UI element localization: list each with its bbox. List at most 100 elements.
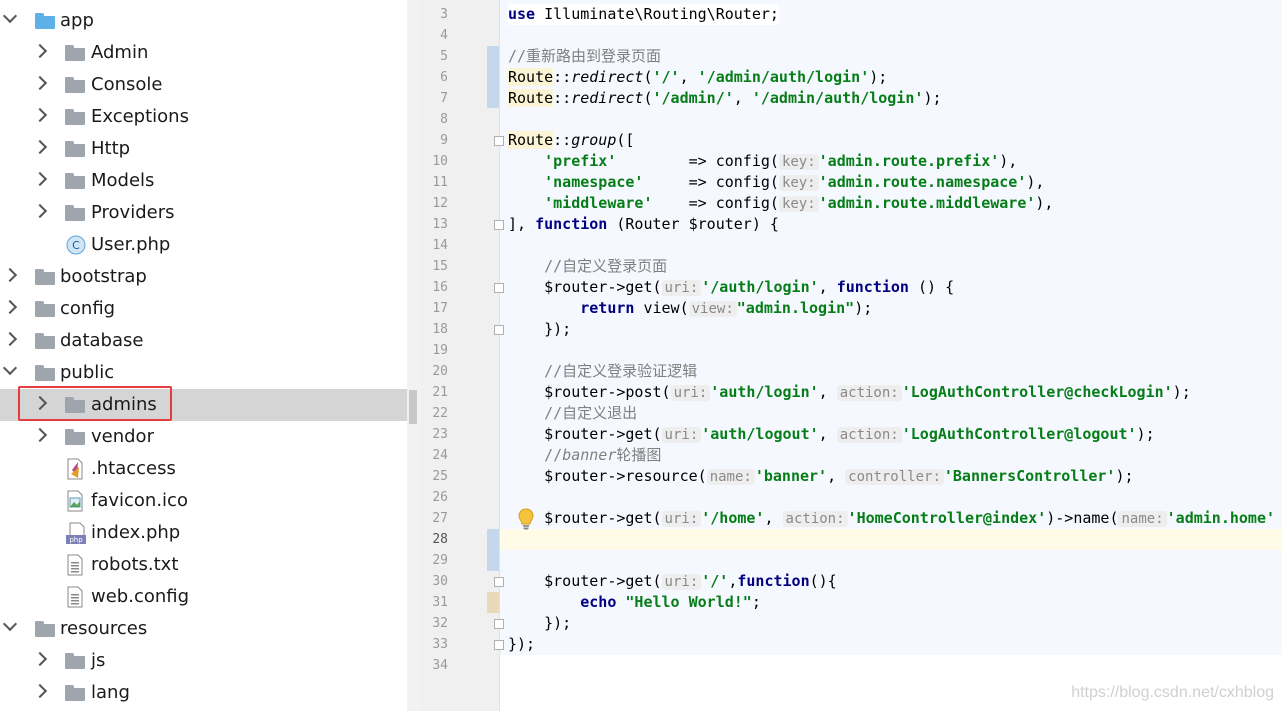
line-number: 3 xyxy=(440,7,448,22)
chevron-right-icon[interactable] xyxy=(32,427,48,443)
fold-marker-icon[interactable] xyxy=(494,283,504,293)
fold-marker-icon[interactable] xyxy=(494,577,504,587)
tree-item-lang[interactable]: lang xyxy=(0,677,407,709)
tree-item-bootstrap[interactable]: bootstrap xyxy=(0,261,407,293)
code-line[interactable]: $router->get(uri: '/home', action: 'HomeCo… xyxy=(508,508,1275,529)
fold-marker-icon[interactable] xyxy=(494,220,504,230)
tree-item-config[interactable]: config xyxy=(0,293,407,325)
tree-item-public[interactable]: public xyxy=(0,357,407,389)
tree-item-user-php[interactable]: C User.php xyxy=(0,229,407,261)
code-line[interactable]: use Illuminate\Routing\Router; xyxy=(508,4,779,25)
chevron-right-icon[interactable] xyxy=(2,331,18,347)
tree-item-database[interactable]: database xyxy=(0,325,407,357)
code-line[interactable]: 'namespace' => config(key:'admin.route.n… xyxy=(508,172,1044,193)
text-file-icon xyxy=(67,554,83,576)
tree-item-console[interactable]: Console xyxy=(0,69,407,101)
php-class-icon: C xyxy=(66,235,86,255)
chevron-right-icon[interactable] xyxy=(32,683,48,699)
code-line[interactable]: 'middleware' => config(key:'admin.route.… xyxy=(508,193,1053,214)
tree-item-exceptions[interactable]: Exceptions xyxy=(0,101,407,133)
code-line[interactable]: 'prefix' => config(key:'admin.route.pref… xyxy=(508,151,1017,172)
code-line[interactable]: Route::group([ xyxy=(508,130,634,151)
parameter-hint: controller: xyxy=(845,469,944,485)
line-number: 25 xyxy=(432,469,448,484)
code-line[interactable]: $router->get(uri:'auth/logout', action: '… xyxy=(508,424,1155,445)
code-comment[interactable]: //自定义退出 xyxy=(508,403,637,424)
code-line[interactable]: Route::redirect('/admin/', '/admin/auth/… xyxy=(508,88,942,109)
code-line[interactable]: $router->get(uri: '/',function(){ xyxy=(508,571,837,592)
tree-item-index-php[interactable]: php index.php xyxy=(0,517,407,549)
tree-item-resources[interactable]: resources xyxy=(0,613,407,645)
tree-item-label: public xyxy=(60,362,115,383)
code-line[interactable]: echo "Hello World!"; xyxy=(508,592,761,613)
chevron-right-icon[interactable] xyxy=(32,171,48,187)
parameter-hint: key: xyxy=(778,154,819,170)
code-line[interactable]: ], function (Router $router) { xyxy=(508,214,779,235)
chevron-right-icon[interactable] xyxy=(32,107,48,123)
tree-item-models[interactable]: Models xyxy=(0,165,407,197)
parameter-hint: action: xyxy=(836,385,902,401)
fold-marker-icon[interactable] xyxy=(494,136,504,146)
line-number: 22 xyxy=(432,406,448,421)
chevron-down-icon[interactable] xyxy=(2,616,18,632)
vcs-change-marker[interactable] xyxy=(487,529,499,571)
code-line[interactable]: $router->resource(name:'banner', control… xyxy=(508,466,1134,487)
folder-icon xyxy=(65,141,85,157)
svg-text:C: C xyxy=(72,239,80,252)
tree-item-js[interactable]: js xyxy=(0,645,407,677)
code-line[interactable]: }); xyxy=(508,319,571,340)
tree-item-robots[interactable]: robots.txt xyxy=(0,549,407,581)
code-comment[interactable]: //自定义登录页面 xyxy=(508,256,667,277)
line-number: 23 xyxy=(432,427,448,442)
line-number: 15 xyxy=(432,259,448,274)
line-number: 11 xyxy=(432,175,448,190)
line-number: 20 xyxy=(432,364,448,379)
chevron-right-icon[interactable] xyxy=(32,43,48,59)
chevron-right-icon[interactable] xyxy=(2,267,18,283)
code-comment[interactable]: //重新路由到登录页面 xyxy=(508,46,661,67)
chevron-down-icon[interactable] xyxy=(2,8,18,24)
fold-marker-icon[interactable] xyxy=(494,640,504,650)
code-line[interactable]: $router->post(uri:'auth/login', action: '… xyxy=(508,382,1191,403)
lightbulb-icon[interactable] xyxy=(516,507,536,531)
chevron-down-icon[interactable] xyxy=(2,360,18,376)
tree-item-http[interactable]: Http xyxy=(0,133,407,165)
vcs-change-marker[interactable] xyxy=(487,46,499,108)
parameter-hint: action: xyxy=(782,511,848,527)
fold-marker-icon[interactable] xyxy=(494,619,504,629)
code-line[interactable]: }); xyxy=(508,613,571,634)
scrollbar-thumb[interactable] xyxy=(409,390,417,424)
tree-item-label: index.php xyxy=(91,522,181,543)
tree-item-web-config[interactable]: web.config xyxy=(0,581,407,613)
watermark: https://blog.csdn.net/cxhblog xyxy=(1071,684,1274,701)
tree-item-providers[interactable]: Providers xyxy=(0,197,407,229)
tree-item-label: robots.txt xyxy=(91,554,179,575)
code-comment[interactable]: //自定义登录验证逻辑 xyxy=(508,361,697,382)
parameter-hint: name: xyxy=(706,469,755,485)
chevron-right-icon[interactable] xyxy=(32,651,48,667)
chevron-right-icon[interactable] xyxy=(2,299,18,315)
tree-item-app[interactable]: app xyxy=(0,5,407,37)
tree-item-vendor[interactable]: vendor xyxy=(0,421,407,453)
chevron-right-icon[interactable] xyxy=(32,75,48,91)
code-line[interactable]: Route::redirect('/', '/admin/auth/login'… xyxy=(508,67,887,88)
tree-item-admin[interactable]: Admin xyxy=(0,37,407,69)
fold-marker-icon[interactable] xyxy=(494,325,504,335)
code-line[interactable]: $router->get(uri: '/auth/login', function… xyxy=(508,277,954,298)
tree-item-favicon[interactable]: favicon.ico xyxy=(0,485,407,517)
line-number: 10 xyxy=(432,154,448,169)
vcs-change-marker[interactable] xyxy=(487,592,499,613)
line-number: 14 xyxy=(432,238,448,253)
tree-item-htaccess[interactable]: .htaccess xyxy=(0,453,407,485)
highlight-box xyxy=(18,386,172,421)
tree-item-label: bootstrap xyxy=(60,266,147,287)
tree-item-label: lang xyxy=(91,682,130,703)
chevron-right-icon[interactable] xyxy=(32,203,48,219)
tree-item-label: User.php xyxy=(91,234,171,255)
code-line[interactable]: }); xyxy=(508,634,535,655)
line-number: 24 xyxy=(432,448,448,463)
chevron-right-icon[interactable] xyxy=(32,139,48,155)
code-line[interactable]: return view(view: "admin.login"); xyxy=(508,298,872,319)
code-comment[interactable]: //banner轮播图 xyxy=(508,445,661,466)
tree-scrollbar[interactable] xyxy=(407,0,421,711)
